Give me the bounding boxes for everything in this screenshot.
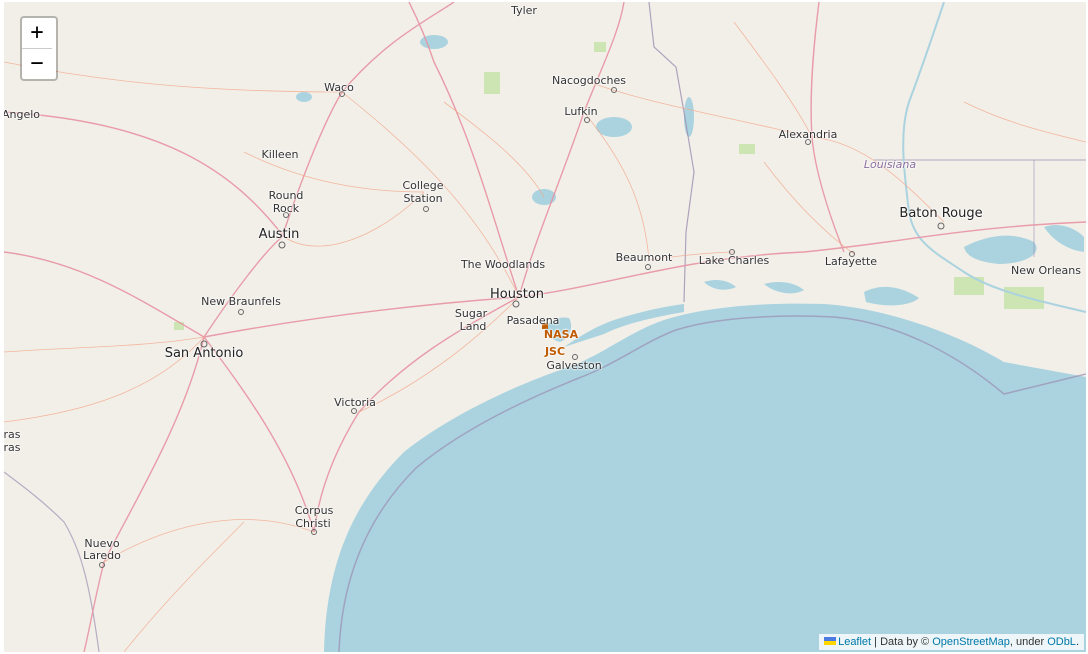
poi-label-nasa: NASA — [543, 328, 579, 341]
map-view[interactable]: Tyler Nacogdoches Lufkin Waco Angelo Kil… — [4, 2, 1086, 652]
city-label-station: Station — [403, 192, 443, 205]
city-label-victoria: Victoria — [334, 396, 376, 409]
city-label-tyler: Tyler — [511, 4, 537, 17]
city-label-ras-1: ras — [4, 428, 21, 441]
city-label-corpus: Corpus — [294, 504, 334, 517]
city-label-laredo: Laredo — [83, 549, 121, 562]
attribution-end: . — [1075, 636, 1079, 648]
city-label-new-braunfels: New Braunfels — [201, 295, 281, 308]
city-label-houston: Houston — [489, 287, 545, 302]
city-label-beaumont: Beaumont — [615, 251, 673, 264]
city-label-college: College — [402, 179, 444, 192]
city-label-nacogdoches: Nacogdoches — [552, 74, 626, 87]
city-label-alexandria: Alexandria — [778, 128, 838, 141]
city-label-rock: Rock — [272, 202, 300, 215]
city-label-ras-2: ras — [4, 441, 21, 454]
city-label-baton-rouge: Baton Rouge — [899, 206, 983, 221]
state-label-louisiana: Louisiana — [863, 158, 917, 171]
city-label-killeen: Killeen — [261, 148, 299, 161]
odbl-link[interactable]: ODbL — [1047, 636, 1076, 648]
city-label-lufkin: Lufkin — [564, 105, 598, 118]
city-label-new-orleans: New Orleans — [1011, 264, 1081, 277]
attribution-under: , under — [1009, 636, 1048, 648]
osm-link[interactable]: OpenStreetMap — [932, 636, 1010, 648]
city-label-angelo: Angelo — [4, 108, 41, 121]
city-label-christi: Christi — [295, 517, 331, 530]
poi-label-jsc: JSC — [544, 345, 566, 358]
map-attribution: Leaflet | Data by © OpenStreetMap, under… — [819, 634, 1084, 650]
city-label-round: Round — [268, 189, 304, 202]
zoom-control: + − — [20, 16, 58, 81]
city-label-lake-charles: Lake Charles — [698, 254, 770, 267]
city-label-waco: Waco — [324, 81, 354, 94]
map-tiles — [4, 2, 1086, 652]
zoom-out-button[interactable]: − — [22, 49, 52, 79]
zoom-in-button[interactable]: + — [22, 18, 52, 49]
city-label-the-woodlands: The Woodlands — [460, 258, 546, 271]
city-label-pasadena: Pasadena — [506, 314, 560, 327]
ukraine-flag-icon — [824, 637, 837, 645]
city-label-san-antonio: San Antonio — [164, 346, 244, 361]
city-label-land: Land — [459, 320, 487, 333]
city-label-sugar: Sugar — [454, 307, 488, 320]
attribution-sep: | Data by © — [871, 636, 933, 648]
gulf-of-mexico — [324, 303, 1086, 652]
city-label-lafayette: Lafayette — [824, 255, 878, 268]
city-label-galveston: Galveston — [546, 359, 602, 372]
leaflet-link[interactable]: Leaflet — [838, 636, 871, 648]
city-label-austin: Austin — [258, 227, 300, 242]
